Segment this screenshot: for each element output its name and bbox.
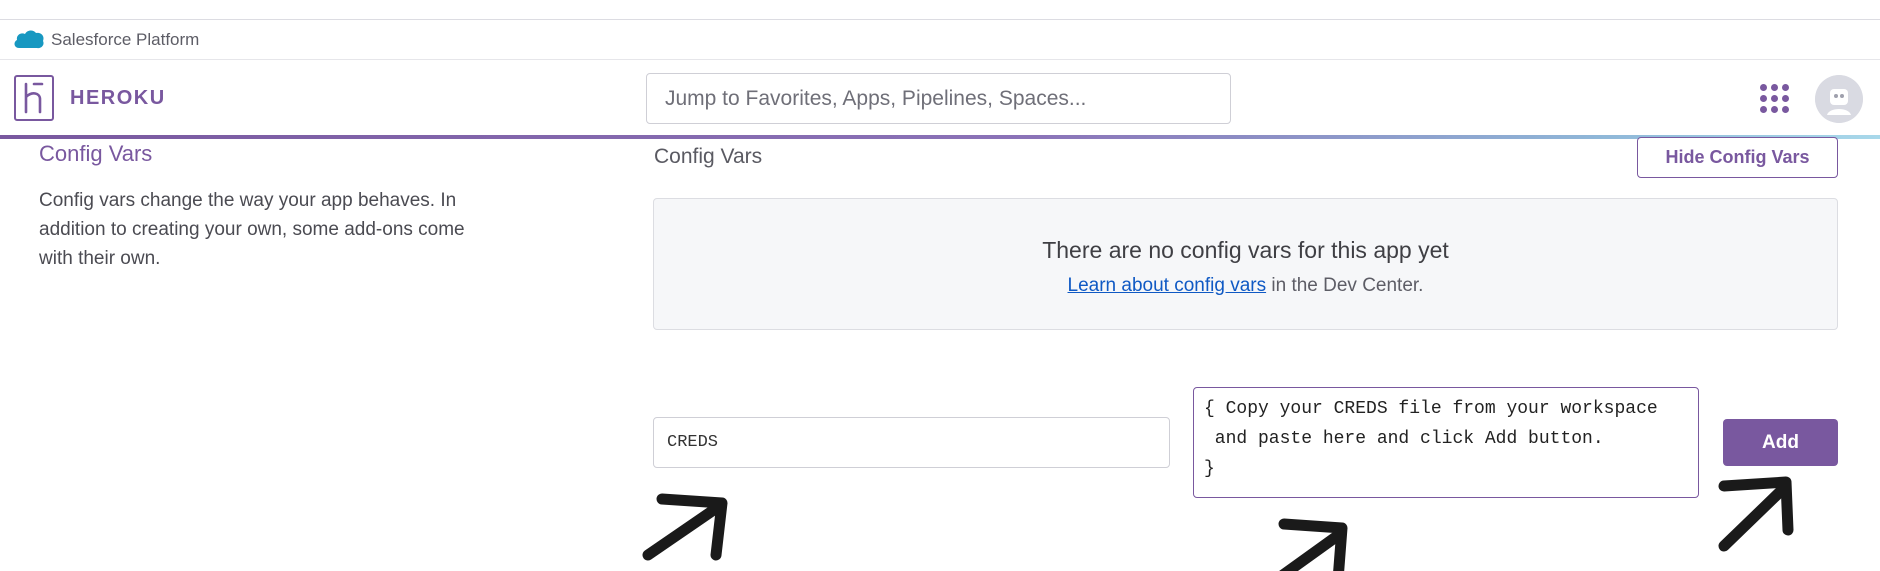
add-button[interactable]: Add [1723, 419, 1838, 466]
sidebar-description: Config vars change the way your app beha… [39, 190, 465, 269]
salesforce-platform-label: Salesforce Platform [51, 30, 200, 49]
empty-state-heading: There are no config vars for this app ye… [1042, 237, 1449, 263]
hide-config-vars-button[interactable]: Hide Config Vars [1637, 137, 1838, 178]
sidebar-title: Config Vars [39, 141, 153, 166]
salesforce-bar: Salesforce Platform [0, 20, 1880, 60]
user-avatar-icon[interactable] [1815, 75, 1863, 123]
config-key-input[interactable] [653, 417, 1170, 468]
empty-state-panel: There are no config vars for this app ye… [653, 198, 1838, 330]
heroku-wordmark[interactable]: HEROKU [70, 87, 166, 110]
heroku-logo-icon[interactable] [14, 75, 54, 121]
config-vars-title: Config Vars [654, 145, 763, 168]
learn-config-vars-link[interactable]: Learn about config vars [1068, 275, 1267, 296]
empty-state-subtext: Learn about config vars in the Dev Cente… [654, 275, 1837, 297]
heroku-header: HEROKU [0, 61, 1880, 137]
apps-grid-icon[interactable] [1758, 82, 1790, 114]
arrow-up-right-icon [1718, 476, 1794, 552]
config-value-input[interactable]: { Copy your CREDS file from your workspa… [1193, 387, 1699, 498]
header-gradient-bar [0, 135, 1880, 139]
salesforce-cloud-icon [14, 30, 44, 49]
search-input[interactable] [646, 73, 1231, 124]
arrow-up-right-icon [1278, 518, 1348, 571]
dev-center-suffix: in the Dev Center. [1266, 275, 1424, 296]
arrow-up-right-icon [642, 493, 728, 561]
